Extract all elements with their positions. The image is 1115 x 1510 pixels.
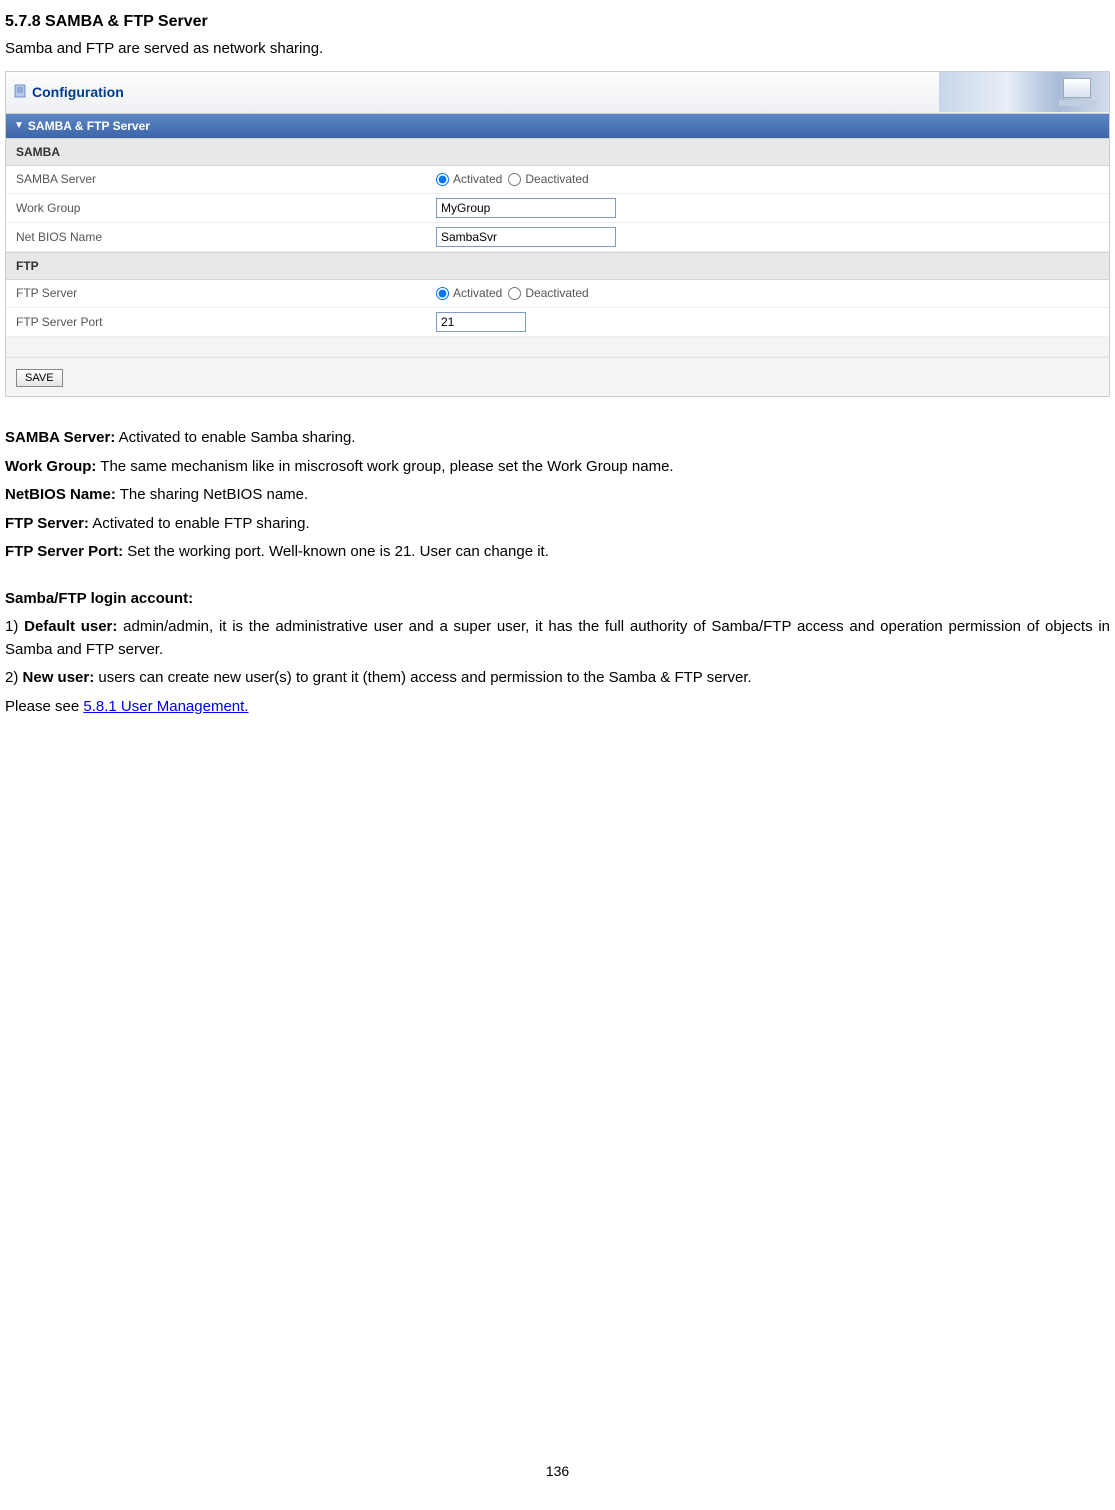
ftp-port-row: FTP Server Port <box>6 308 1109 337</box>
samba-deactivated-radio[interactable] <box>508 173 521 186</box>
desc-default-user: 1) Default user: admin/admin, it is the … <box>5 616 1110 661</box>
workgroup-input[interactable] <box>436 198 616 218</box>
samba-activated-text: Activated <box>453 170 502 188</box>
workgroup-row: Work Group <box>6 194 1109 223</box>
desc-netbios: NetBIOS Name: The sharing NetBIOS name. <box>5 484 1110 507</box>
ftp-deactivated-text: Deactivated <box>525 284 588 302</box>
config-panel: Configuration ▼ SAMBA & FTP Server SAMBA… <box>5 71 1110 398</box>
samba-activated-option[interactable]: Activated <box>436 170 502 188</box>
ftp-deactivated-radio[interactable] <box>508 287 521 300</box>
config-title: Configuration <box>12 82 124 103</box>
save-row: SAVE <box>6 357 1109 397</box>
samba-server-row: SAMBA Server Activated Deactivated <box>6 166 1109 194</box>
ftp-activated-text: Activated <box>453 284 502 302</box>
ftp-header: FTP <box>6 252 1109 280</box>
header-graphic <box>939 72 1109 112</box>
desc-new-user: 2) New user: users can create new user(s… <box>5 667 1110 690</box>
section-heading: 5.7.8 SAMBA & FTP Server <box>5 10 1110 34</box>
samba-header: SAMBA <box>6 138 1109 166</box>
save-button[interactable]: SAVE <box>16 369 63 387</box>
samba-activated-radio[interactable] <box>436 173 449 186</box>
ftp-server-row: FTP Server Activated Deactivated <box>6 280 1109 308</box>
ftp-port-label: FTP Server Port <box>16 313 436 331</box>
section-bar[interactable]: ▼ SAMBA & FTP Server <box>6 114 1109 138</box>
page-number: 136 <box>5 1461 1110 1482</box>
ftp-server-label: FTP Server <box>16 284 436 302</box>
desc-ftp-server: FTP Server: Activated to enable FTP shar… <box>5 513 1110 536</box>
samba-deactivated-option[interactable]: Deactivated <box>508 170 588 188</box>
config-header: Configuration <box>6 72 1109 114</box>
ftp-activated-radio[interactable] <box>436 287 449 300</box>
section-title: SAMBA & FTP Server <box>28 117 150 135</box>
desc-workgroup: Work Group: The same mechanism like in m… <box>5 456 1110 479</box>
spacer-row <box>6 337 1109 357</box>
desc-ftp-port: FTP Server Port: Set the working port. W… <box>5 541 1110 564</box>
user-management-link[interactable]: 5.8.1 User Management. <box>83 698 248 715</box>
netbios-label: Net BIOS Name <box>16 228 436 246</box>
desc-samba-server: SAMBA Server: Activated to enable Samba … <box>5 427 1110 450</box>
ftp-port-input[interactable] <box>436 312 526 332</box>
ftp-activated-option[interactable]: Activated <box>436 284 502 302</box>
config-title-text: Configuration <box>32 82 124 103</box>
config-icon <box>12 84 28 100</box>
ftp-deactivated-option[interactable]: Deactivated <box>508 284 588 302</box>
samba-deactivated-text: Deactivated <box>525 170 588 188</box>
netbios-input[interactable] <box>436 227 616 247</box>
acct-header: Samba/FTP login account: <box>5 588 1110 611</box>
intro-text: Samba and FTP are served as network shar… <box>5 38 1110 61</box>
netbios-row: Net BIOS Name <box>6 223 1109 252</box>
caret-down-icon: ▼ <box>14 118 24 133</box>
samba-server-label: SAMBA Server <box>16 170 436 188</box>
workgroup-label: Work Group <box>16 199 436 217</box>
see-line: Please see 5.8.1 User Management. <box>5 696 1110 719</box>
